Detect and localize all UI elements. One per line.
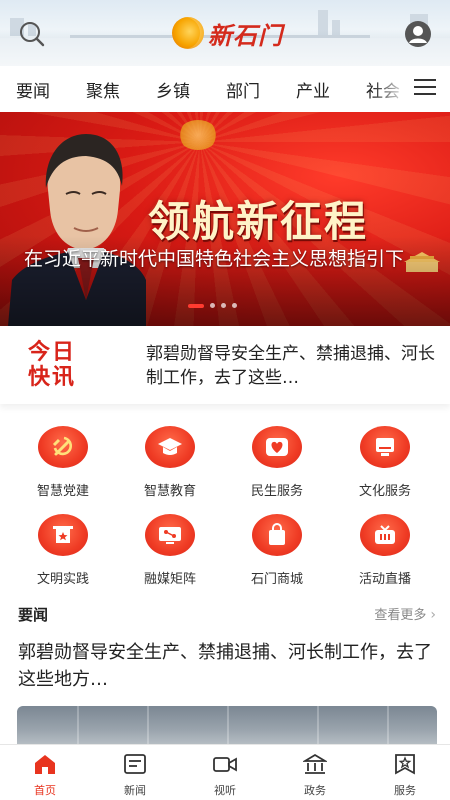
tab-bumen[interactable]: 部门 xyxy=(226,77,260,102)
grid-label: 石门商城 xyxy=(250,572,303,587)
pagination-dot[interactable] xyxy=(221,303,226,308)
government-building-icon xyxy=(301,753,329,774)
service-grid: 智慧党建 智慧教育 民生服务 文化服务 文明实践 融媒矩阵 石门商城 活动直播 xyxy=(0,420,450,592)
nav-government[interactable]: 政务 xyxy=(270,745,360,800)
nav-label: 政务 xyxy=(304,784,326,797)
grid-item-culture[interactable]: 文化服务 xyxy=(340,420,430,500)
tab-yaowen[interactable]: 要闻 xyxy=(16,77,50,102)
section-title: 要闻 xyxy=(18,606,49,624)
app-header: 新石门 xyxy=(0,0,450,66)
view-more-label: 查看更多 xyxy=(374,608,427,623)
nav-home[interactable]: 首页 xyxy=(0,745,90,800)
live-tv-icon xyxy=(360,514,410,556)
flash-news-text[interactable]: 郭碧勋督导安全生产、禁捕退捕、河长制工作，去了这些… xyxy=(146,342,436,390)
app-logo: 新石门 xyxy=(172,16,283,50)
grid-label: 民生服务 xyxy=(250,484,303,499)
grid-item-civilization[interactable]: 文明实践 xyxy=(18,508,108,588)
nav-label: 视听 xyxy=(214,784,236,797)
service-star-icon xyxy=(395,754,415,775)
home-icon xyxy=(35,755,55,774)
tabs-fade xyxy=(372,66,408,112)
media-matrix-icon xyxy=(145,514,195,556)
tab-chanye[interactable]: 产业 xyxy=(296,77,330,102)
grid-label: 文明实践 xyxy=(36,572,89,587)
nav-news[interactable]: 新闻 xyxy=(90,745,180,800)
flash-news-label-line1: 今日 xyxy=(28,339,77,365)
tab-xiangzhen[interactable]: 乡镇 xyxy=(156,77,190,102)
hero-banner[interactable]: 领航新征程 在习近平新时代中国特色社会主义思想指引下 xyxy=(0,112,450,326)
party-emblem-icon xyxy=(38,426,88,468)
flash-news-label-line2: 快讯 xyxy=(28,364,77,390)
nav-label: 首页 xyxy=(34,784,56,797)
grid-item-live[interactable]: 活动直播 xyxy=(340,508,430,588)
shopping-bag-icon xyxy=(252,514,302,556)
video-camera-icon xyxy=(213,757,237,772)
grid-item-livelihood[interactable]: 民生服务 xyxy=(232,420,322,500)
banner-caption: 在习近平新时代中国特色社会主义思想指引下 xyxy=(24,248,405,270)
tab-jujiao[interactable]: 聚焦 xyxy=(86,77,120,102)
pagination-dot[interactable] xyxy=(210,303,215,308)
national-emblem-icon xyxy=(178,120,218,150)
banner-pagination xyxy=(188,303,243,308)
view-more-link[interactable]: 查看更多 › xyxy=(374,604,436,623)
search-icon[interactable] xyxy=(18,20,46,48)
grid-label: 活动直播 xyxy=(358,572,411,587)
logo-sun-icon xyxy=(172,17,204,49)
nav-video[interactable]: 视听 xyxy=(180,745,270,800)
article-title[interactable]: 郭碧勋督导安全生产、禁捕退捕、河长制工作，去了这些地方… xyxy=(18,639,432,693)
category-tabs: 要闻 聚焦 乡镇 部门 产业 社会 xyxy=(0,66,450,112)
grid-label: 文化服务 xyxy=(358,484,411,499)
heart-icon xyxy=(252,426,302,468)
nav-label: 新闻 xyxy=(124,784,146,797)
grid-item-media-matrix[interactable]: 融媒矩阵 xyxy=(125,508,215,588)
grid-item-mall[interactable]: 石门商城 xyxy=(232,508,322,588)
pagination-dot-active[interactable] xyxy=(188,303,204,308)
chevron-right-icon: › xyxy=(430,607,436,623)
grid-item-party-building[interactable]: 智慧党建 xyxy=(18,420,108,500)
user-avatar-icon[interactable] xyxy=(404,20,432,48)
news-icon xyxy=(124,754,146,774)
nav-label: 服务 xyxy=(394,784,416,797)
pagination-dot[interactable] xyxy=(232,303,237,308)
grid-label: 融媒矩阵 xyxy=(143,572,196,587)
grid-label: 智慧教育 xyxy=(143,484,196,499)
article-thumbnail[interactable] xyxy=(17,706,437,746)
grid-item-education[interactable]: 智慧教育 xyxy=(125,420,215,500)
star-banner-icon xyxy=(38,514,88,556)
flash-news[interactable]: 今日 快讯 郭碧勋督导安全生产、禁捕退捕、河长制工作，去了这些… xyxy=(0,326,450,404)
graduation-cap-icon xyxy=(145,426,195,468)
bottom-navigation: 首页 新闻 视听 政务 服务 xyxy=(0,744,450,800)
flash-news-label: 今日 快讯 xyxy=(28,340,100,390)
menu-icon[interactable] xyxy=(414,79,436,99)
logo-text: 新石门 xyxy=(208,20,283,50)
news-section-header: 要闻 查看更多 › xyxy=(0,598,450,628)
grid-label: 智慧党建 xyxy=(36,484,89,499)
monitor-icon xyxy=(360,426,410,468)
nav-service[interactable]: 服务 xyxy=(360,745,450,800)
